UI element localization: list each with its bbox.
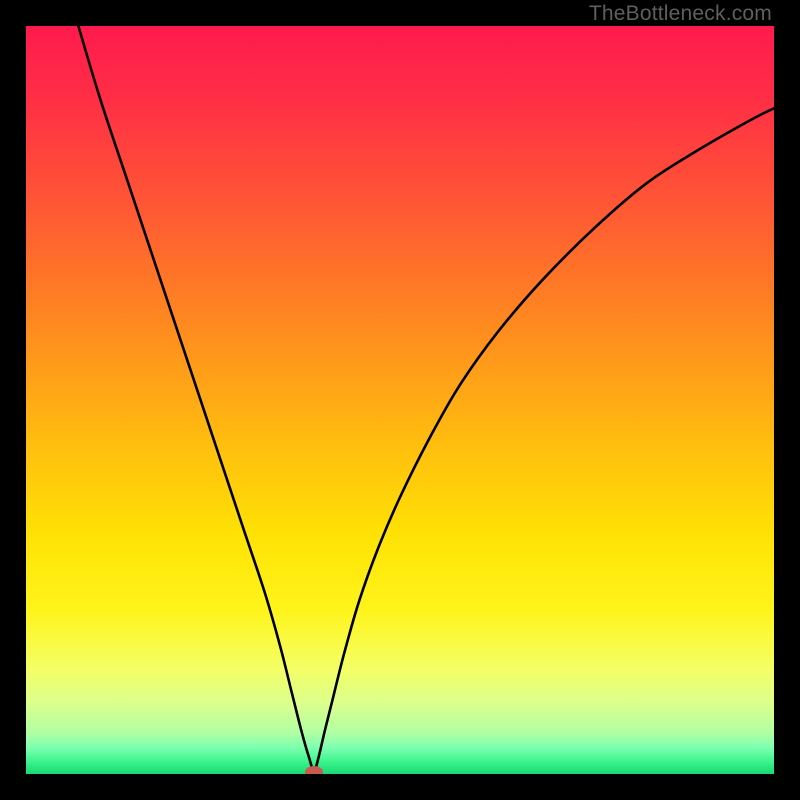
watermark-text: TheBottleneck.com (589, 2, 772, 26)
chart-background-gradient (26, 26, 774, 774)
chart-svg (26, 26, 774, 774)
plot-frame (26, 26, 774, 774)
